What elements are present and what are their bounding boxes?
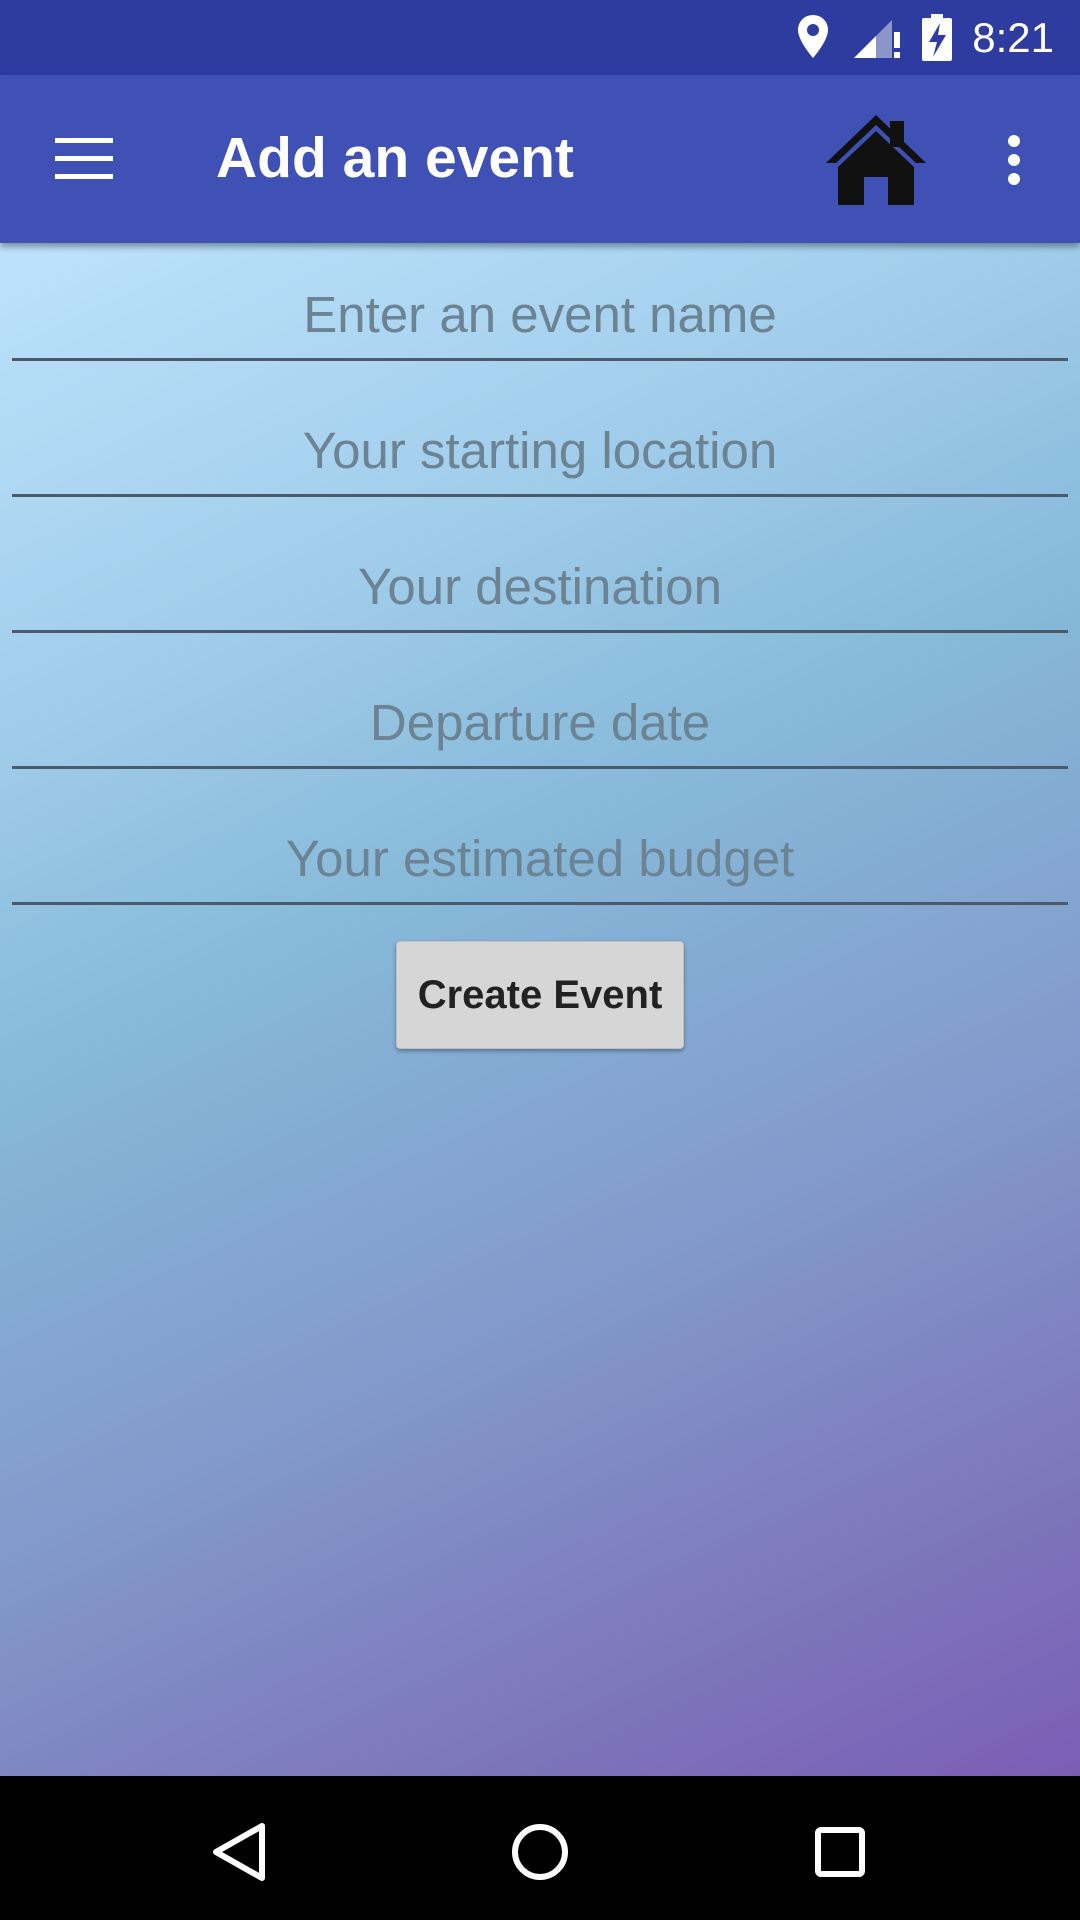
event-form: Create Event: [0, 243, 1080, 1776]
more-options-button[interactable]: [986, 125, 1042, 195]
starting-location-field: [12, 412, 1068, 497]
event-name-input[interactable]: [12, 276, 1068, 358]
home-button[interactable]: [824, 113, 928, 209]
departure-date-input[interactable]: [12, 684, 1068, 766]
signal-icon: [854, 20, 900, 58]
home-circle-icon: [512, 1824, 568, 1880]
destination-field: [12, 548, 1068, 633]
status-time: 8:21: [972, 14, 1054, 61]
back-icon: [213, 1823, 265, 1881]
menu-button[interactable]: [40, 119, 128, 199]
navigation-bar: [0, 1776, 1080, 1920]
starting-location-input[interactable]: [12, 412, 1068, 494]
status-bar: 8:21: [0, 0, 1080, 75]
home-nav-button[interactable]: [500, 1812, 580, 1892]
destination-input[interactable]: [12, 548, 1068, 630]
recents-icon: [815, 1827, 865, 1877]
budget-input[interactable]: [12, 820, 1068, 902]
departure-date-field: [12, 684, 1068, 769]
home-icon: [826, 115, 926, 205]
back-button[interactable]: [200, 1812, 280, 1892]
battery-charging-icon: [922, 14, 952, 61]
location-icon: [798, 15, 828, 58]
app-bar: Add an event: [0, 75, 1080, 243]
budget-field: [12, 820, 1068, 905]
create-event-button[interactable]: Create Event: [396, 941, 684, 1049]
menu-icon: [55, 138, 113, 179]
event-name-field: [12, 276, 1068, 361]
more-vert-icon: [1008, 135, 1020, 185]
page-title: Add an event: [216, 126, 574, 190]
recents-button[interactable]: [800, 1812, 880, 1892]
